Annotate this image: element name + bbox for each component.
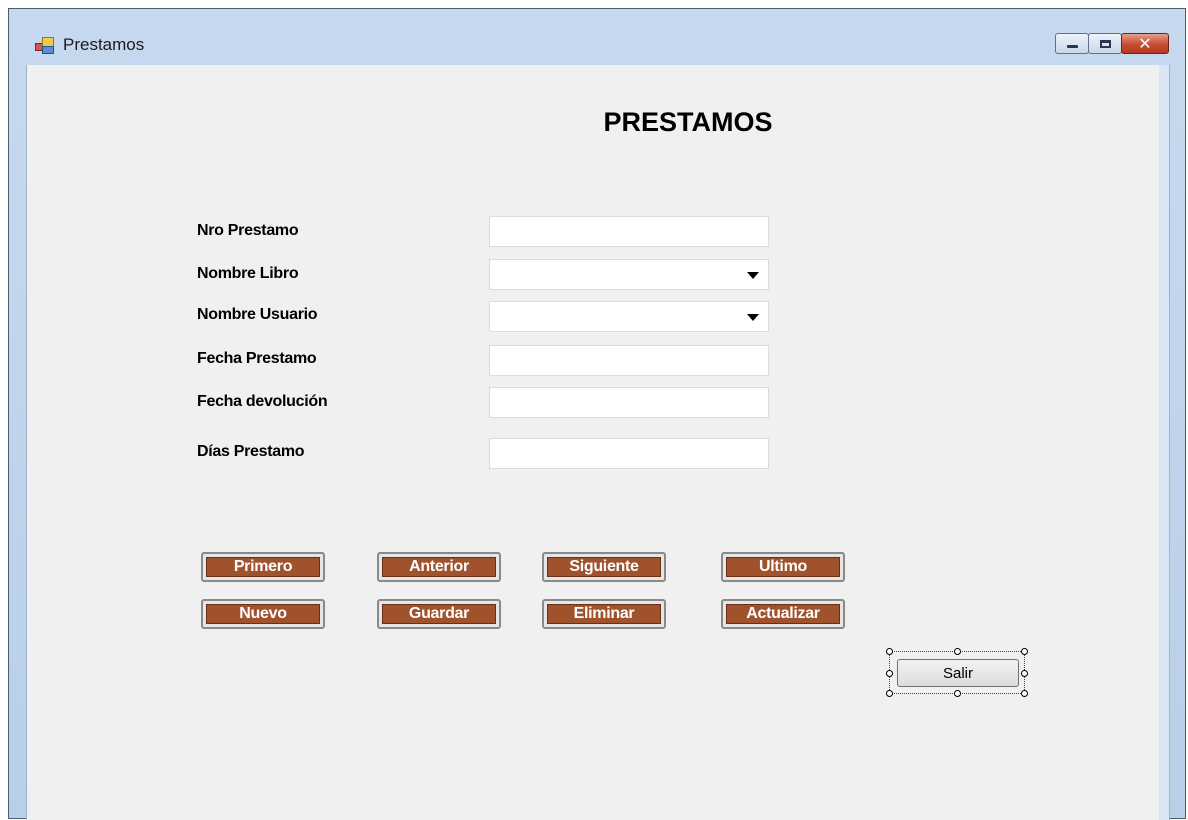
minimize-icon	[1066, 45, 1078, 48]
resize-handle[interactable]	[1021, 648, 1028, 655]
label-fecha-devolucion: Fecha devolución	[197, 393, 328, 410]
maximize-icon	[1099, 39, 1111, 48]
guardar-button-label: Guardar	[382, 604, 496, 624]
resize-handle[interactable]	[954, 690, 961, 697]
actualizar-button[interactable]: Actualizar	[721, 599, 845, 629]
anterior-button[interactable]: Anterior	[377, 552, 501, 582]
title-bar[interactable]: Prestamos ✕	[9, 9, 1185, 65]
dias-prestamo-input[interactable]	[489, 438, 769, 469]
siguiente-button-label: Siguiente	[547, 557, 661, 577]
window-controls: ✕	[1055, 33, 1169, 56]
ultimo-button[interactable]: Ultimo	[721, 552, 845, 582]
app-window: Prestamos ✕ PRESTAMOS Nro Prestamo Nombr…	[8, 8, 1186, 820]
label-dias-prestamo: Días Prestamo	[197, 443, 305, 460]
resize-handle[interactable]	[886, 690, 893, 697]
label-nombre-libro: Nombre Libro	[197, 265, 299, 282]
guardar-button[interactable]: Guardar	[377, 599, 501, 629]
actualizar-button-label: Actualizar	[726, 604, 840, 624]
close-icon: ✕	[1138, 33, 1152, 53]
chevron-down-icon[interactable]	[747, 314, 759, 321]
fecha-devolucion-input[interactable]	[489, 387, 769, 418]
ultimo-button-label: Ultimo	[726, 557, 840, 577]
nro-prestamo-input[interactable]	[489, 216, 769, 247]
resize-handle[interactable]	[886, 670, 893, 677]
primero-button-label: Primero	[206, 557, 320, 577]
maximize-button[interactable]	[1088, 33, 1122, 54]
nuevo-button-label: Nuevo	[206, 604, 320, 624]
app-icon	[35, 37, 54, 54]
label-fecha-prestamo: Fecha Prestamo	[197, 350, 317, 367]
nuevo-button[interactable]: Nuevo	[201, 599, 325, 629]
resize-handle[interactable]	[886, 648, 893, 655]
siguiente-button[interactable]: Siguiente	[542, 552, 666, 582]
label-nro-prestamo: Nro Prestamo	[197, 222, 299, 239]
chevron-down-icon[interactable]	[747, 272, 759, 279]
eliminar-button[interactable]: Eliminar	[542, 599, 666, 629]
form-heading: PRESTAMOS	[603, 107, 773, 137]
nombre-usuario-combobox[interactable]	[489, 301, 769, 332]
salir-button[interactable]: Salir	[897, 659, 1019, 687]
minimize-button[interactable]	[1055, 33, 1089, 54]
form-client-area: PRESTAMOS Nro Prestamo Nombre Libro Nomb…	[26, 65, 1170, 820]
primero-button[interactable]: Primero	[201, 552, 325, 582]
right-border-strip	[1159, 65, 1169, 820]
window-title: Prestamos	[63, 35, 145, 54]
nombre-libro-combobox[interactable]	[489, 259, 769, 290]
resize-handle[interactable]	[1021, 690, 1028, 697]
resize-handle[interactable]	[954, 648, 961, 655]
resize-handle[interactable]	[1021, 670, 1028, 677]
fecha-prestamo-input[interactable]	[489, 345, 769, 376]
eliminar-button-label: Eliminar	[547, 604, 661, 624]
close-button[interactable]: ✕	[1121, 33, 1169, 54]
label-nombre-usuario: Nombre Usuario	[197, 306, 318, 323]
anterior-button-label: Anterior	[382, 557, 496, 577]
